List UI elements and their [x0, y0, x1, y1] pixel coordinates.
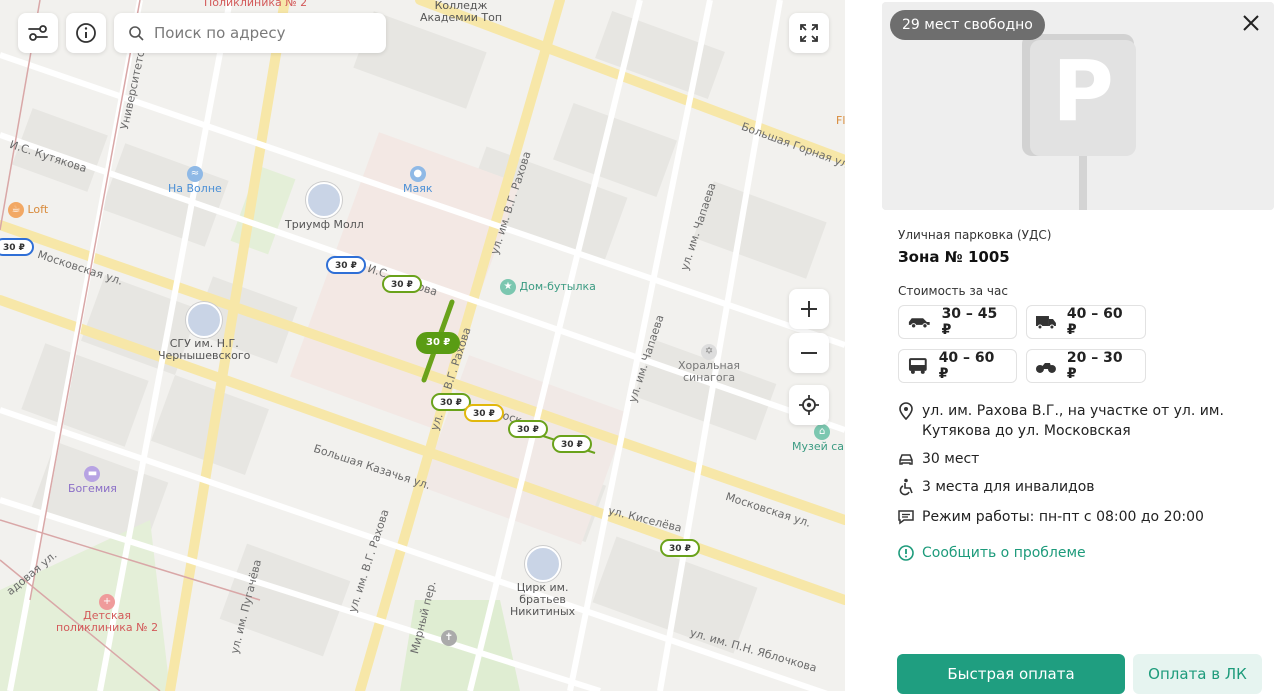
circus-photo-icon: [524, 546, 561, 582]
poi-dombutylka[interactable]: ★ Дом-бутылка: [500, 279, 596, 295]
truck-icon: [1035, 316, 1056, 330]
report-problem-link[interactable]: Сообщить о проблеме: [898, 545, 1086, 561]
poi-church[interactable]: ✝: [441, 630, 457, 646]
wheelchair-icon: [898, 477, 914, 497]
poi-college[interactable]: Колледж Академии Топ: [420, 0, 502, 24]
poi-synagogue[interactable]: ✡ Хоральная синагога: [678, 344, 740, 384]
parking-zone-title: Зона № 1005: [898, 248, 1010, 266]
fullscreen-button[interactable]: [789, 13, 829, 53]
close-icon: [1243, 15, 1259, 31]
car-front-icon: [898, 449, 914, 469]
church-icon: ✝: [441, 630, 457, 646]
poi-museum[interactable]: ⌂ Музей сам: [792, 424, 845, 453]
zoom-out-button[interactable]: [789, 333, 829, 373]
mall-photo-icon: [306, 182, 343, 218]
price-car: 30 – 45 ₽: [898, 305, 1017, 339]
locate-icon: [799, 395, 819, 415]
free-places-badge: 29 мест свободно: [890, 10, 1045, 40]
poi-bogemia[interactable]: ▬ Богемия: [68, 466, 117, 495]
info-button[interactable]: [66, 13, 106, 53]
motorcycle-icon: [1035, 363, 1056, 373]
schedule-row: Режим работы: пн-пт с 08:00 до 20:00: [898, 507, 1204, 527]
filter-icon: [28, 25, 48, 41]
museum-icon: ⌂: [814, 424, 831, 440]
bus-icon: [908, 358, 927, 374]
minus-icon: [801, 352, 817, 354]
search-input[interactable]: [152, 23, 376, 43]
price-moto: 20 – 30 ₽: [1026, 349, 1146, 383]
account-pay-button[interactable]: Оплата в ЛК: [1133, 654, 1262, 694]
price-bus: 40 – 60 ₽: [898, 349, 1017, 383]
poi-circus[interactable]: Цирк им. братьев Никитиных: [510, 546, 575, 618]
parking-marker[interactable]: 30 ₽: [508, 420, 548, 438]
poi-policlinic-top[interactable]: Поликлиника № 2: [204, 0, 307, 9]
hotel-icon: ▬: [84, 466, 101, 482]
university-photo-icon: [186, 302, 223, 338]
parking-image: P 29 мест свободно: [882, 2, 1274, 210]
parking-type: Уличная парковка (УДС): [898, 228, 1052, 242]
car-icon: [908, 318, 930, 329]
filter-button[interactable]: [18, 13, 58, 53]
alert-icon: [898, 545, 914, 561]
parking-marker-selected[interactable]: 30 ₽: [416, 332, 461, 354]
locate-button[interactable]: [789, 385, 829, 425]
poi-sgu[interactable]: СГУ им. Н.Г. Чернышевского: [158, 302, 250, 362]
expand-icon: [800, 24, 818, 42]
parking-marker[interactable]: 30 ₽: [660, 539, 700, 557]
search-icon: [129, 26, 144, 41]
shop-icon: ●: [409, 166, 426, 182]
parking-marker[interactable]: 30 ₽: [552, 435, 592, 453]
pool-icon: ≈: [186, 166, 203, 182]
address-search[interactable]: [114, 13, 386, 53]
parking-marker[interactable]: 30 ₽: [326, 256, 366, 274]
poi-fl[interactable]: Fl: [836, 114, 845, 127]
landmark-icon: ★: [500, 279, 516, 295]
parking-marker[interactable]: 30 ₽: [0, 238, 34, 256]
poi-loft[interactable]: ☕ Loft: [8, 202, 48, 218]
poi-childpoli[interactable]: + Детская поликлиника № 2: [56, 594, 158, 634]
cafe-icon: ☕: [8, 202, 24, 218]
message-icon: [898, 507, 914, 527]
cost-caption: Стоимость за час: [898, 284, 1008, 298]
quick-pay-button[interactable]: Быстрая оплата: [897, 654, 1125, 694]
poi-navolne[interactable]: ≈ На Волне: [168, 166, 222, 195]
zoom-in-button[interactable]: [789, 289, 829, 329]
parking-details-panel: P 29 мест свободно Уличная парковка (УДС…: [878, 0, 1279, 694]
places-row: 30 мест: [898, 449, 979, 469]
close-button[interactable]: [1236, 8, 1266, 38]
plus-icon: [801, 301, 817, 317]
parking-marker[interactable]: 30 ₽: [382, 275, 422, 293]
address-row: ул. им. Рахова В.Г., на участке от ул. и…: [898, 401, 1258, 441]
poi-triumph[interactable]: Триумф Молл: [285, 182, 364, 231]
map-view[interactable]: И.С. Кутякова И.С. ова Университетская М…: [0, 0, 845, 691]
hospital-icon: +: [99, 594, 116, 610]
info-icon: [76, 23, 96, 43]
price-truck: 40 – 60 ₽: [1026, 305, 1146, 339]
location-pin-icon: [898, 401, 914, 421]
disabled-row: 3 места для инвалидов: [898, 477, 1095, 497]
panel-gap: [845, 0, 878, 691]
parking-marker[interactable]: 30 ₽: [464, 404, 504, 422]
synagogue-icon: ✡: [701, 344, 718, 360]
svg-text:P: P: [1052, 42, 1114, 140]
poi-mayak[interactable]: ● Маяк: [403, 166, 433, 195]
